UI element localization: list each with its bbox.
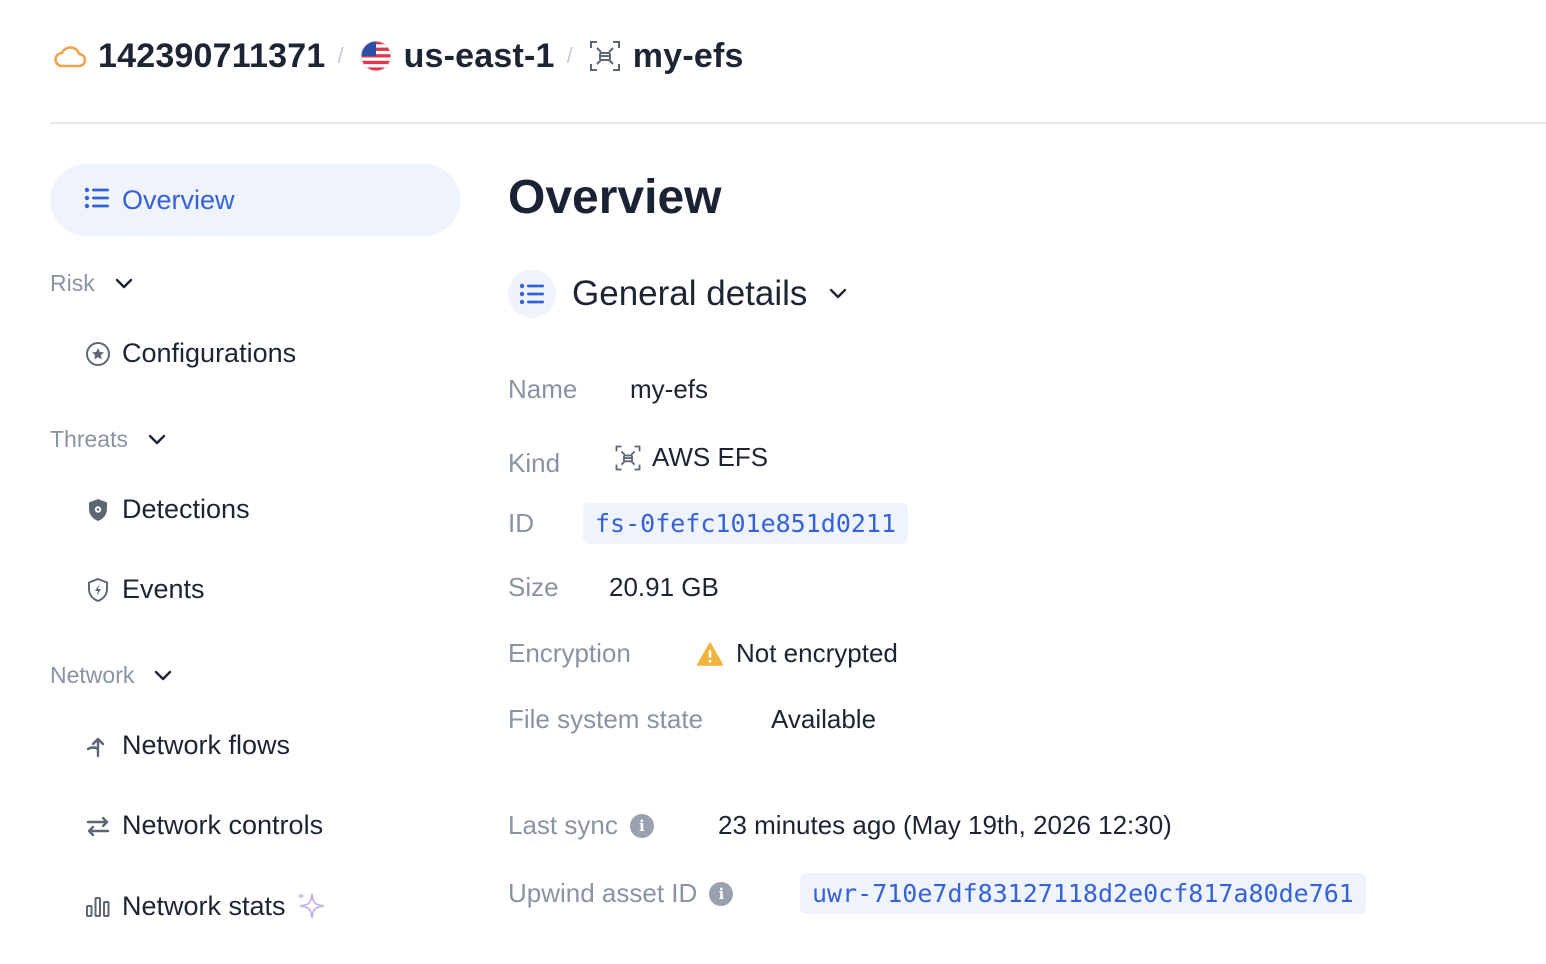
- detail-value: 20.91 GB: [609, 572, 719, 602]
- sidebar-item-label: Network flows: [122, 730, 291, 760]
- sidebar-item-label: Detections: [122, 494, 250, 524]
- detail-value: AWS EFS: [614, 442, 768, 473]
- resource-id-code[interactable]: fs-0fefc101e851d0211: [583, 503, 909, 544]
- flow-arrow-icon: [84, 732, 112, 760]
- breadcrumb-resource-label: my-efs: [632, 36, 744, 75]
- detail-label: Encryption: [508, 638, 631, 668]
- detail-value: 23 minutes ago (May 19th, 2026 12:30): [718, 810, 1172, 840]
- chevron-down-icon: [148, 434, 166, 446]
- bar-stats-icon: [84, 892, 112, 920]
- detail-label: Last sync i: [508, 810, 718, 841]
- detail-label: ID: [508, 508, 534, 538]
- sidebar-section-label: Threats: [50, 426, 128, 452]
- detail-row-state: File system state Available: [508, 704, 876, 735]
- detail-label: File system state: [508, 704, 704, 734]
- sidebar-section-label: Network: [50, 662, 135, 688]
- list-icon: [84, 187, 110, 214]
- chevron-down-icon: [154, 670, 172, 682]
- page-title: Overview: [508, 171, 722, 224]
- sidebar-section-threats[interactable]: Threats: [50, 426, 166, 453]
- detail-row-kind: Kind AWS EFS: [508, 436, 768, 479]
- efs-icon: [614, 444, 642, 472]
- sidebar-item-label: Overview: [122, 184, 235, 215]
- section-title: General details: [572, 274, 808, 313]
- sidebar-item-label: Network stats: [122, 890, 286, 921]
- detail-row-name: Name my-efs: [508, 374, 708, 405]
- us-flag-icon: [358, 38, 394, 74]
- breadcrumb-account[interactable]: 142390711371: [52, 37, 325, 76]
- sidebar-item-overview[interactable]: Overview: [50, 164, 460, 236]
- sidebar-item-network-stats[interactable]: Network stats: [84, 890, 328, 922]
- sidebar-item-network-flows[interactable]: Network flows: [84, 730, 290, 761]
- detail-value: Available: [771, 704, 877, 734]
- detail-label: Size: [508, 572, 559, 602]
- sidebar-item-configurations[interactable]: Configurations: [84, 338, 296, 369]
- detail-label: Upwind asset ID i: [508, 878, 800, 909]
- efs-icon: [587, 38, 623, 74]
- sidebar-item-label: Network controls: [122, 810, 324, 840]
- chevron-down-icon: [115, 278, 133, 290]
- swap-arrows-icon: [84, 812, 112, 840]
- detail-row-size: Size 20.91 GB: [508, 572, 719, 603]
- detail-label: Kind: [508, 448, 561, 478]
- kind-text: AWS EFS: [652, 442, 769, 472]
- asset-id-code[interactable]: uwr-710e7df83127118d2e0cf817a80de761: [800, 873, 1366, 914]
- shield-gear-icon: [84, 496, 112, 524]
- warning-icon: [696, 641, 724, 667]
- sidebar-item-label: Configurations: [122, 338, 297, 368]
- chevron-down-icon[interactable]: [829, 288, 847, 300]
- breadcrumb-region-label: us-east-1: [403, 36, 555, 75]
- general-details-header[interactable]: General details: [508, 270, 847, 318]
- detail-label-text: Last sync: [508, 810, 618, 840]
- detail-label-text: Upwind asset ID: [508, 878, 698, 908]
- detail-value: my-efs: [630, 374, 708, 404]
- shield-bolt-icon: [84, 576, 112, 604]
- breadcrumb-resource[interactable]: my-efs: [587, 37, 744, 76]
- detail-value: Not encrypted: [696, 638, 898, 669]
- breadcrumb-region[interactable]: us-east-1: [358, 37, 555, 76]
- breadcrumb: 142390711371 / us-east-1 / my-efs: [52, 32, 744, 80]
- detail-row-encryption: Encryption Not encrypted: [508, 638, 898, 669]
- sparkle-icon: [294, 890, 328, 922]
- cloud-icon: [52, 38, 88, 74]
- info-icon[interactable]: i: [629, 813, 654, 838]
- star-circle-icon: [84, 340, 112, 368]
- sidebar-section-network[interactable]: Network: [50, 662, 172, 689]
- detail-label: Name: [508, 374, 578, 404]
- sidebar-item-detections[interactable]: Detections: [84, 494, 250, 525]
- list-icon: [508, 270, 556, 318]
- sidebar-section-risk[interactable]: Risk: [50, 270, 133, 297]
- info-icon[interactable]: i: [709, 881, 734, 906]
- sidebar-item-events[interactable]: Events: [84, 574, 205, 605]
- detail-row-id: ID fs-0fefc101e851d0211: [508, 503, 909, 544]
- breadcrumb-separator: /: [566, 43, 573, 68]
- breadcrumb-account-label: 142390711371: [98, 36, 326, 75]
- encryption-text: Not encrypted: [736, 638, 898, 668]
- header-divider: [50, 122, 1546, 124]
- sidebar-item-label: Events: [122, 574, 205, 604]
- detail-row-asset-id: Upwind asset ID i uwr-710e7df83127118d2e…: [508, 873, 1366, 914]
- sidebar-item-network-controls[interactable]: Network controls: [84, 810, 323, 841]
- sidebar-section-label: Risk: [50, 270, 95, 296]
- breadcrumb-separator: /: [337, 43, 344, 68]
- detail-row-last-sync: Last sync i 23 minutes ago (May 19th, 20…: [508, 810, 1172, 841]
